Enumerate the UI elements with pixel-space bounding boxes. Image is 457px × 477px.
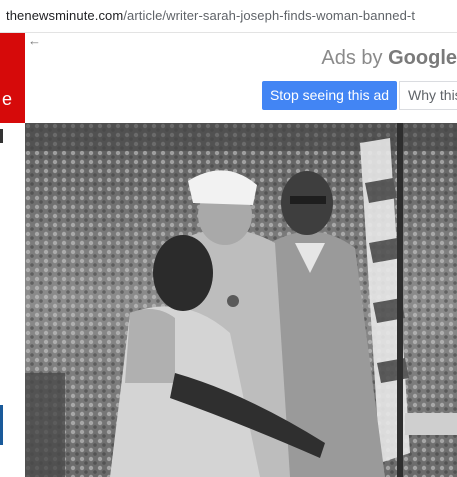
ads-by-text: Ads by — [321, 47, 383, 69]
back-arrow-icon[interactable]: ← — [28, 33, 41, 48]
page-left-sidebar: e — [0, 33, 25, 477]
ads-by-google-label: Ads by Google — [321, 47, 457, 70]
url-domain: thenewsminute.com — [6, 8, 124, 23]
sidebar-accent-bar — [0, 405, 3, 445]
address-bar[interactable]: thenewsminute.com/article/writer-sarah-j… — [0, 0, 457, 33]
google-brand-text: Google — [388, 47, 457, 69]
stop-seeing-ad-button[interactable]: Stop seeing this ad — [262, 81, 397, 110]
ad-panel: ← Ads by Google Stop seeing this ad Why … — [25, 33, 457, 123]
url-path: /article/writer-sarah-joseph-finds-woman… — [123, 8, 416, 23]
news-photo — [25, 123, 457, 477]
photo-illustration — [25, 123, 457, 477]
url-text[interactable]: thenewsminute.com/article/writer-sarah-j… — [6, 8, 415, 23]
site-header-fragment[interactable]: e — [0, 33, 25, 123]
sidebar-mark — [0, 129, 3, 143]
site-header-partial-text: e — [2, 89, 13, 109]
why-this-ad-button[interactable]: Why this — [399, 81, 457, 110]
